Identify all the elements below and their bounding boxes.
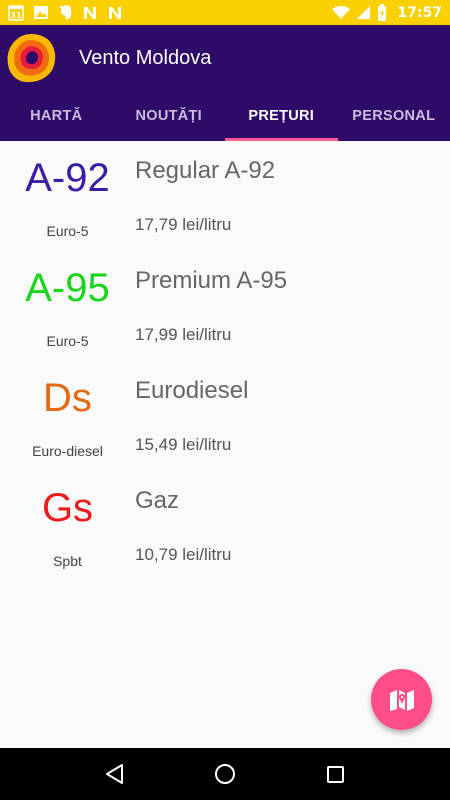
status-time: 17:57: [397, 4, 442, 21]
app-bar: Vento Moldova HARTĂ NOUTĂȚI PREȚURI PERS…: [0, 25, 450, 141]
recents-button[interactable]: [315, 754, 355, 794]
fuel-name: Regular A-92: [135, 157, 276, 184]
recents-icon: [326, 765, 345, 784]
map-fab-button[interactable]: [371, 669, 432, 730]
navigation-bar: [0, 748, 450, 800]
fuel-price: 10,79 lei/litru: [135, 545, 232, 564]
fuel-price: 17,99 lei/litru: [135, 325, 232, 344]
tab-bar: HARTĂ NOUTĂȚI PREȚURI PERSONAL: [0, 91, 450, 141]
n-icon: [107, 5, 123, 20]
fuel-price-list: A-92 Euro-5 Regular A-92 17,79 lei/litru…: [0, 141, 450, 581]
fuel-name: Premium A-95: [135, 267, 288, 294]
app-logo: [4, 31, 58, 85]
home-icon: [214, 763, 236, 785]
image-icon: [33, 5, 49, 20]
n-icon: [82, 5, 98, 20]
fuel-code: A-95: [25, 266, 110, 310]
svg-text:31: 31: [10, 11, 22, 20]
tab-harta[interactable]: HARTĂ: [0, 91, 113, 141]
fuel-standard: Spbt: [53, 553, 82, 569]
fuel-name: Gaz: [135, 487, 180, 514]
list-item: Gs Spbt Gaz 10,79 lei/litru: [0, 471, 450, 581]
calendar-icon: 31: [8, 4, 24, 21]
list-item: Ds Euro-diesel Eurodiesel 15,49 lei/litr…: [0, 361, 450, 471]
back-button[interactable]: [95, 754, 135, 794]
tab-noutati[interactable]: NOUTĂȚI: [113, 91, 226, 141]
map-icon: [389, 688, 415, 712]
list-item: A-92 Euro-5 Regular A-92 17,79 lei/litru: [0, 141, 450, 251]
tab-preturi[interactable]: PREȚURI: [225, 91, 338, 141]
back-icon: [105, 763, 125, 785]
fuel-name: Eurodiesel: [135, 377, 249, 404]
fuel-code: Ds: [43, 376, 92, 420]
home-button[interactable]: [205, 754, 245, 794]
status-bar: 31 17:57: [0, 0, 450, 25]
fuel-code: Gs: [41, 486, 94, 530]
wifi-icon: [332, 5, 351, 20]
battery-charging-icon: [377, 4, 387, 21]
fuel-standard: Euro-5: [46, 333, 89, 349]
system-icons: 17:57: [332, 4, 442, 21]
fuel-standard: Euro-5: [46, 223, 89, 239]
list-item: A-95 Euro-5 Premium A-95 17,99 lei/litru: [0, 251, 450, 361]
fuel-price: 17,79 lei/litru: [135, 215, 232, 234]
app-title: Vento Moldova: [79, 47, 212, 69]
fuel-code: A-92: [25, 156, 110, 200]
evernote-icon: [58, 4, 73, 21]
signal-icon: [356, 5, 371, 20]
tab-personal[interactable]: PERSONAL: [338, 91, 450, 141]
fuel-price: 15,49 lei/litru: [135, 435, 232, 454]
notification-icons: 31: [8, 4, 123, 21]
fuel-standard: Euro-diesel: [32, 443, 103, 459]
